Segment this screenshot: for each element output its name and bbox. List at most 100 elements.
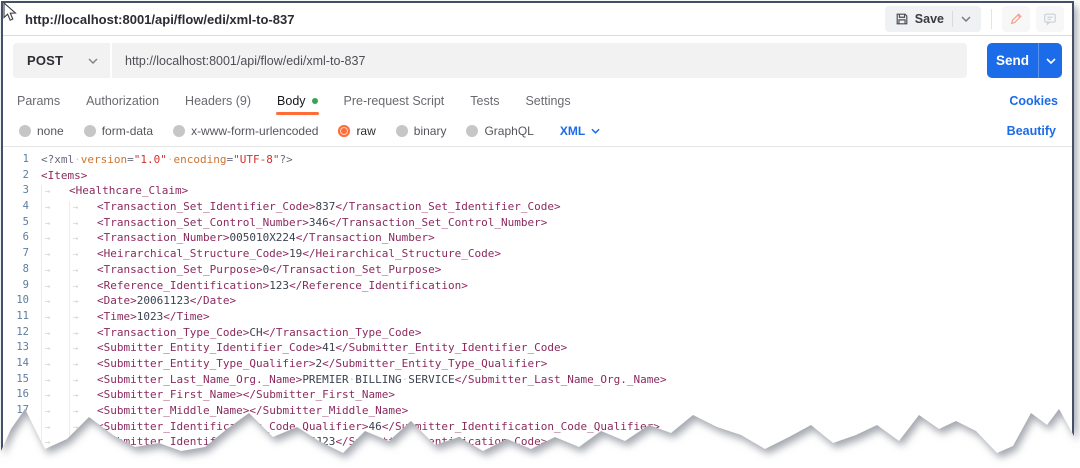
beautify-link[interactable]: Beautify — [1007, 124, 1056, 138]
tab-body[interactable]: Body — [276, 94, 319, 115]
code-line[interactable]: 3 → <Healthcare_Claim> — [3, 183, 1072, 202]
code-line[interactable]: 6 → → <Transaction_Number>005010X224</Trans… — [3, 230, 1072, 249]
chevron-down-icon — [1045, 57, 1056, 64]
line-number: 19 — [16, 435, 29, 448]
line-number: 13 — [16, 341, 29, 354]
bodytype-radio-binary[interactable]: binary — [395, 124, 446, 138]
tab-settings[interactable]: Settings — [525, 94, 570, 108]
code-line[interactable]: 20 → → <Contact_Function_Code>IC</Contact_F… — [3, 450, 1072, 453]
code-line[interactable]: 2 <Items> — [3, 168, 1072, 184]
edit-button[interactable] — [1002, 6, 1030, 32]
language-select[interactable]: XML — [560, 124, 600, 138]
send-button[interactable]: Send — [987, 43, 1062, 78]
rest-client-window: http://localhost:8001/api/flow/edi/xml-t… — [1, 1, 1074, 453]
line-number: 2 — [22, 168, 29, 181]
bodytype-radio-form-data[interactable]: form-data — [83, 124, 154, 138]
indent-tab-marker: → — [69, 452, 97, 453]
line-number: 4 — [22, 200, 29, 213]
code-line[interactable]: 14 → → <Submitter_Entity_Type_Qualifier>2</… — [3, 356, 1072, 374]
line-number: 10 — [16, 294, 29, 307]
code-text: → → <Heirarchical_Structure_Code>19</Heira… — [41, 246, 501, 264]
url-value: http://localhost:8001/api/flow/edi/xml-t… — [125, 53, 366, 68]
code-line[interactable]: 18 → → <Submitter_Identification_Code_Quali… — [3, 419, 1072, 437]
save-icon — [896, 13, 908, 25]
tab-label: Tests — [470, 94, 500, 108]
send-options-button[interactable] — [1038, 43, 1062, 78]
code-line[interactable]: 15 → → <Submitter_Last_Name_Org._Name>PREMI… — [3, 372, 1072, 390]
line-number: 3 — [22, 184, 29, 197]
tab-tests[interactable]: Tests — [470, 94, 499, 108]
code-text: → → <Submitter_Entity_Identifier_Code>41</… — [41, 340, 567, 358]
code-line[interactable]: 5 → → <Transaction_Set_Control_Number>346</… — [3, 215, 1072, 233]
tab-headers-9[interactable]: Headers (9) — [185, 94, 251, 108]
line-number: 16 — [16, 388, 29, 401]
line-number: 7 — [22, 247, 29, 260]
radio-circle-icon — [338, 125, 351, 137]
tab-label: Pre-request Script — [343, 94, 445, 108]
line-number: 6 — [22, 231, 29, 244]
code-line[interactable]: 11 → → <Time>1023</Time> — [3, 309, 1072, 327]
code-text: → → <Transaction_Number>005010X224</Transa… — [41, 230, 435, 249]
code-text: → → <Submitter_Middle_Name></Submitter_Mid… — [41, 403, 408, 421]
indent-tab-marker: → — [69, 436, 97, 453]
code-text: → → <Submitter_Entity_Type_Qualifier>2</Su… — [41, 356, 547, 374]
code-text: → → <Transaction_Type_Code>CH</Transaction… — [41, 325, 422, 343]
toolbar-divider — [991, 9, 992, 29]
radio-circle-icon — [83, 125, 96, 137]
radio-label: raw — [356, 124, 376, 138]
save-button[interactable]: Save — [884, 6, 981, 32]
body-present-dot — [311, 98, 318, 104]
tab-authorization[interactable]: Authorization — [86, 94, 159, 108]
radio-label: form-data — [101, 124, 154, 138]
indent-tab-marker: → — [41, 452, 69, 453]
method-select[interactable]: POST — [13, 43, 110, 78]
tab-params[interactable]: Params — [17, 94, 60, 108]
pencil-icon — [1010, 13, 1022, 25]
code-line[interactable]: 7 → → <Heirarchical_Structure_Code>19</Heir… — [3, 246, 1072, 264]
bodytype-radio-graphql[interactable]: GraphQL — [466, 124, 534, 138]
request-bar: POST http://localhost:8001/api/flow/edi/… — [3, 36, 1072, 86]
line-number: 8 — [22, 262, 29, 275]
radio-circle-icon — [173, 125, 186, 137]
bodytype-radio-none[interactable]: none — [19, 124, 64, 138]
code-line[interactable]: 17 → → <Submitter_Middle_Name></Submitter_M… — [3, 403, 1072, 421]
code-line[interactable]: 16 → → <Submitter_First_Name></Submitter_Fi… — [3, 387, 1072, 406]
tab-label: Body — [277, 94, 306, 108]
chevron-down-icon — [88, 57, 98, 64]
code-text: → → <Transaction_Set_Purpose>0</Transactio… — [41, 262, 441, 280]
indent-tab-marker: → — [41, 436, 69, 453]
cookies-link[interactable]: Cookies — [1009, 94, 1058, 108]
code-text: → → <Submitter_First_Name></Submitter_Firs… — [41, 387, 395, 406]
tab-pre-request-script[interactable]: Pre-request Script — [344, 94, 445, 108]
code-line[interactable]: 10 → → <Date>20061123</Date> — [3, 293, 1072, 311]
radio-circle-icon — [395, 125, 408, 137]
line-number: 12 — [16, 325, 29, 338]
radio-circle-icon — [19, 125, 31, 137]
code-text: → → <Submitter_Last_Name_Org._Name>PREMIER… — [41, 372, 667, 390]
chevron-down-icon — [591, 128, 600, 134]
request-tab-title[interactable]: http://localhost:8001/api/flow/edi/xml-t… — [25, 12, 294, 27]
tab-label: Settings — [525, 94, 571, 108]
code-line[interactable]: 12 → → <Transaction_Type_Code>CH</Transacti… — [3, 325, 1072, 343]
comments-button[interactable] — [1036, 6, 1064, 32]
radio-label: none — [37, 124, 64, 138]
code-line[interactable]: 13 → → <Submitter_Entity_Identifier_Code>41… — [3, 340, 1072, 358]
code-text: → → <Date>20061123</Date> — [41, 293, 236, 311]
code-text: → → <Reference_Identification>123</Referen… — [41, 278, 468, 296]
code-text: <?xml·version="1.0"·encoding="UTF-8"?> — [41, 153, 293, 166]
code-text: → → <Contact_Function_Code>IC</Contact_Fun… — [41, 450, 422, 453]
line-number: 5 — [22, 215, 29, 228]
body-editor[interactable]: 1 <?xml·version="1.0"·encoding="UTF-8"?> 2… — [3, 147, 1072, 453]
radio-label: x-www-form-urlencoded — [191, 124, 319, 138]
comment-icon — [1044, 13, 1056, 26]
code-line[interactable]: 9 → → <Reference_Identification>123</Refere… — [3, 278, 1072, 296]
bodytype-radio-raw[interactable]: raw — [338, 124, 376, 138]
code-line[interactable]: 1 <?xml·version="1.0"·encoding="UTF-8"?> — [3, 152, 1072, 168]
save-options-button[interactable] — [953, 16, 979, 22]
code-text: → → <Transaction_Set_Control_Number>346</T… — [41, 215, 547, 233]
code-line[interactable]: 19 → → <Submitter_Identification_Code>TGJ23… — [3, 434, 1072, 453]
url-input[interactable]: http://localhost:8001/api/flow/edi/xml-t… — [112, 43, 967, 78]
code-line[interactable]: 8 → → <Transaction_Set_Purpose>0</Transacti… — [3, 262, 1072, 280]
bodytype-radio-x-www-form-urlencoded[interactable]: x-www-form-urlencoded — [173, 124, 318, 138]
code-line[interactable]: 4 → → <Transaction_Set_Identifier_Code>837<… — [3, 199, 1072, 217]
